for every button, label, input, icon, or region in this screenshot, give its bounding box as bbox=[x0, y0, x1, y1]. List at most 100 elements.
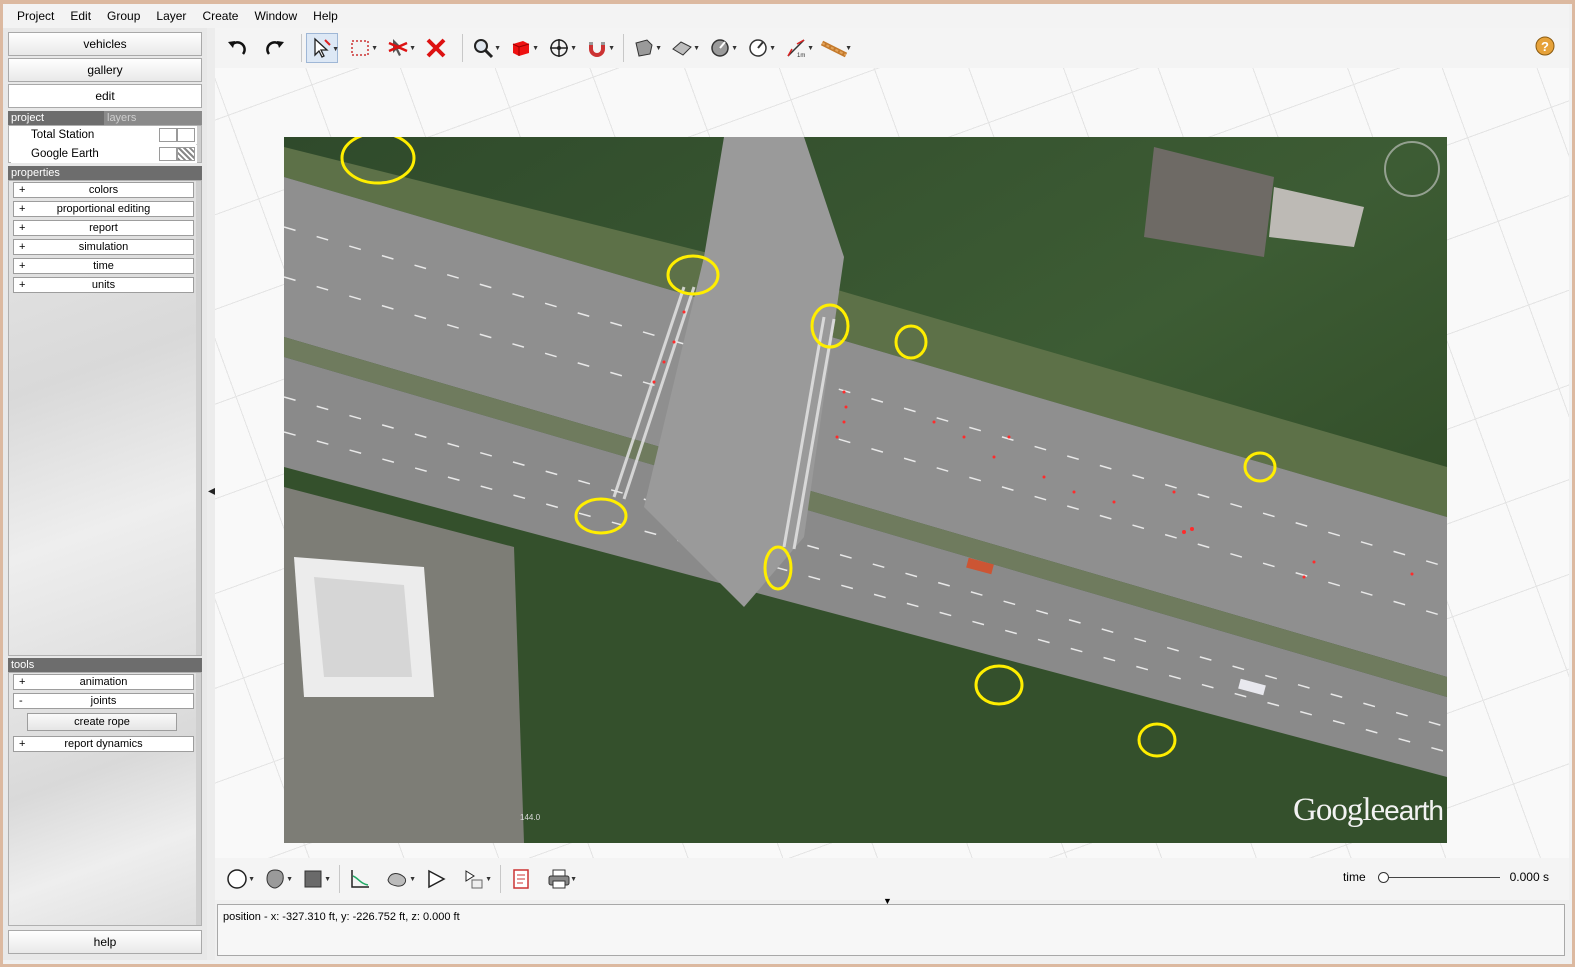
layer-row-total-station[interactable]: Total Station bbox=[11, 126, 197, 144]
measure-button[interactable]: 1m ▼ bbox=[780, 33, 814, 63]
dial-button[interactable]: ▼ bbox=[742, 33, 776, 63]
expand-icon[interactable]: + bbox=[19, 183, 25, 197]
3d-viewport[interactable]: 144.0 Googleearth bbox=[215, 68, 1569, 858]
panel-splitter[interactable]: ◀ bbox=[207, 28, 216, 960]
zoom-button[interactable]: ▼ bbox=[467, 33, 501, 63]
menu-window[interactable]: Window bbox=[246, 9, 305, 23]
properties-scrollbar[interactable] bbox=[196, 181, 201, 655]
layer-lock-toggle[interactable] bbox=[177, 128, 195, 142]
dropdown-caret-icon[interactable]: ▼ bbox=[324, 876, 331, 883]
tool-joints[interactable]: - joints bbox=[13, 693, 194, 709]
tab-layers[interactable]: layers bbox=[104, 111, 202, 125]
magnet-button[interactable]: ▼ bbox=[581, 33, 615, 63]
vehicles-button[interactable]: vehicles bbox=[8, 32, 202, 56]
circle-tool-button[interactable]: ▼ bbox=[221, 864, 255, 894]
undo-button[interactable] bbox=[221, 33, 253, 63]
menu-edit[interactable]: Edit bbox=[62, 9, 99, 23]
edit-button[interactable]: edit bbox=[8, 84, 202, 108]
dropdown-caret-icon[interactable]: ▼ bbox=[286, 876, 293, 883]
menu-group[interactable]: Group bbox=[99, 9, 148, 23]
aerial-scene bbox=[284, 137, 1447, 843]
expand-icon[interactable]: + bbox=[19, 259, 25, 273]
play-icon bbox=[428, 869, 446, 889]
dropdown-caret-icon[interactable]: ▼ bbox=[608, 45, 615, 52]
property-report[interactable]: + report bbox=[13, 220, 194, 236]
dropdown-caret-icon[interactable]: ▼ bbox=[532, 45, 539, 52]
gallery-button[interactable]: gallery bbox=[8, 58, 202, 82]
move-button[interactable]: ▼ bbox=[543, 33, 577, 63]
layer-texture-icon[interactable] bbox=[177, 147, 195, 161]
dropdown-caret-icon[interactable]: ▼ bbox=[845, 45, 852, 52]
graph-button[interactable] bbox=[344, 864, 376, 894]
menu-help[interactable]: Help bbox=[305, 9, 346, 23]
dropdown-caret-icon[interactable]: ▼ bbox=[769, 45, 776, 52]
dropdown-caret-icon[interactable]: ▼ bbox=[655, 45, 662, 52]
bottom-toolbar: ▼ ▼ ▼ ▼ ▼ ▼ time 0.000 s bbox=[215, 858, 1569, 900]
box-select-button[interactable]: ▼ bbox=[344, 33, 378, 63]
dropdown-caret-icon[interactable]: ▼ bbox=[731, 45, 738, 52]
dropdown-caret-icon[interactable]: ▼ bbox=[693, 45, 700, 52]
move-icon bbox=[550, 39, 568, 57]
dropdown-caret-icon[interactable]: ▼ bbox=[494, 45, 501, 52]
fill-tool-button[interactable]: ▼ bbox=[297, 864, 331, 894]
menu-project[interactable]: Project bbox=[9, 9, 62, 23]
time-slider[interactable] bbox=[1377, 871, 1500, 883]
help-menu-button[interactable]: ? bbox=[1535, 36, 1555, 59]
tab-project[interactable]: project bbox=[8, 111, 104, 125]
dropdown-caret-icon[interactable]: ▼ bbox=[485, 876, 492, 883]
toolbar-separator bbox=[339, 865, 340, 893]
svg-text:1m: 1m bbox=[797, 53, 805, 59]
help-button[interactable]: help bbox=[8, 930, 202, 954]
menu-layer[interactable]: Layer bbox=[148, 9, 194, 23]
plane-button[interactable]: ▼ bbox=[628, 33, 662, 63]
play-options-button[interactable]: ▼ bbox=[458, 864, 492, 894]
expand-icon[interactable]: + bbox=[19, 240, 25, 254]
collapse-icon[interactable]: - bbox=[19, 694, 23, 708]
left-panel: vehicles gallery edit project layers Tot… bbox=[3, 28, 207, 960]
expand-icon[interactable]: + bbox=[19, 675, 25, 689]
dropdown-caret-icon[interactable]: ▼ bbox=[332, 46, 339, 53]
dropdown-caret-icon[interactable]: ▼ bbox=[371, 45, 378, 52]
time-slider-handle[interactable] bbox=[1377, 871, 1389, 883]
dropdown-caret-icon[interactable]: ▼ bbox=[248, 876, 255, 883]
property-simulation[interactable]: + simulation bbox=[13, 239, 194, 255]
rope-button[interactable]: ▼ bbox=[818, 33, 852, 63]
tool-animation[interactable]: + animation bbox=[13, 674, 194, 690]
dropdown-caret-icon[interactable]: ▼ bbox=[570, 45, 577, 52]
select-tool-button[interactable]: ▼ bbox=[306, 33, 339, 63]
expand-icon[interactable]: + bbox=[19, 202, 25, 216]
report-button[interactable] bbox=[505, 864, 537, 894]
tape-dial-button[interactable]: ▼ bbox=[704, 33, 738, 63]
dynamics-button[interactable]: ▼ bbox=[382, 864, 416, 894]
time-value: 0.000 s bbox=[1509, 870, 1549, 884]
delete-button[interactable] bbox=[420, 33, 452, 63]
expand-icon[interactable]: + bbox=[19, 221, 25, 235]
toolbar-separator bbox=[500, 865, 501, 893]
dropdown-caret-icon[interactable]: ▼ bbox=[409, 876, 416, 883]
layer-visibility-toggle[interactable] bbox=[159, 147, 177, 161]
tool-report-dynamics[interactable]: + report dynamics bbox=[13, 736, 194, 752]
dropdown-caret-icon[interactable]: ▼ bbox=[807, 45, 814, 52]
menu-create[interactable]: Create bbox=[194, 9, 246, 23]
surface-button[interactable]: ▼ bbox=[666, 33, 700, 63]
properties-header: properties bbox=[8, 166, 202, 180]
dropdown-caret-icon[interactable]: ▼ bbox=[409, 45, 416, 52]
property-proportional-editing[interactable]: + proportional editing bbox=[13, 201, 194, 217]
shape-tool-button[interactable]: ▼ bbox=[259, 864, 293, 894]
redo-button[interactable] bbox=[259, 33, 291, 63]
expand-icon[interactable]: + bbox=[19, 278, 25, 292]
cube-button[interactable]: ▼ bbox=[505, 33, 539, 63]
delete-selected-button[interactable]: ▼ bbox=[382, 33, 416, 63]
aerial-map-image: 144.0 Googleearth bbox=[284, 137, 1447, 843]
expand-icon[interactable]: + bbox=[19, 737, 25, 751]
property-time[interactable]: + time bbox=[13, 258, 194, 274]
property-units[interactable]: + units bbox=[13, 277, 194, 293]
print-button[interactable]: ▼ bbox=[543, 864, 577, 894]
layer-visibility-toggle[interactable] bbox=[159, 128, 177, 142]
create-rope-button[interactable]: create rope bbox=[27, 713, 177, 731]
tools-scrollbar[interactable] bbox=[196, 673, 201, 925]
dropdown-caret-icon[interactable]: ▼ bbox=[570, 876, 577, 883]
layer-row-google-earth[interactable]: Google Earth bbox=[11, 145, 197, 163]
play-button[interactable] bbox=[420, 864, 452, 894]
property-colors[interactable]: + colors bbox=[13, 182, 194, 198]
